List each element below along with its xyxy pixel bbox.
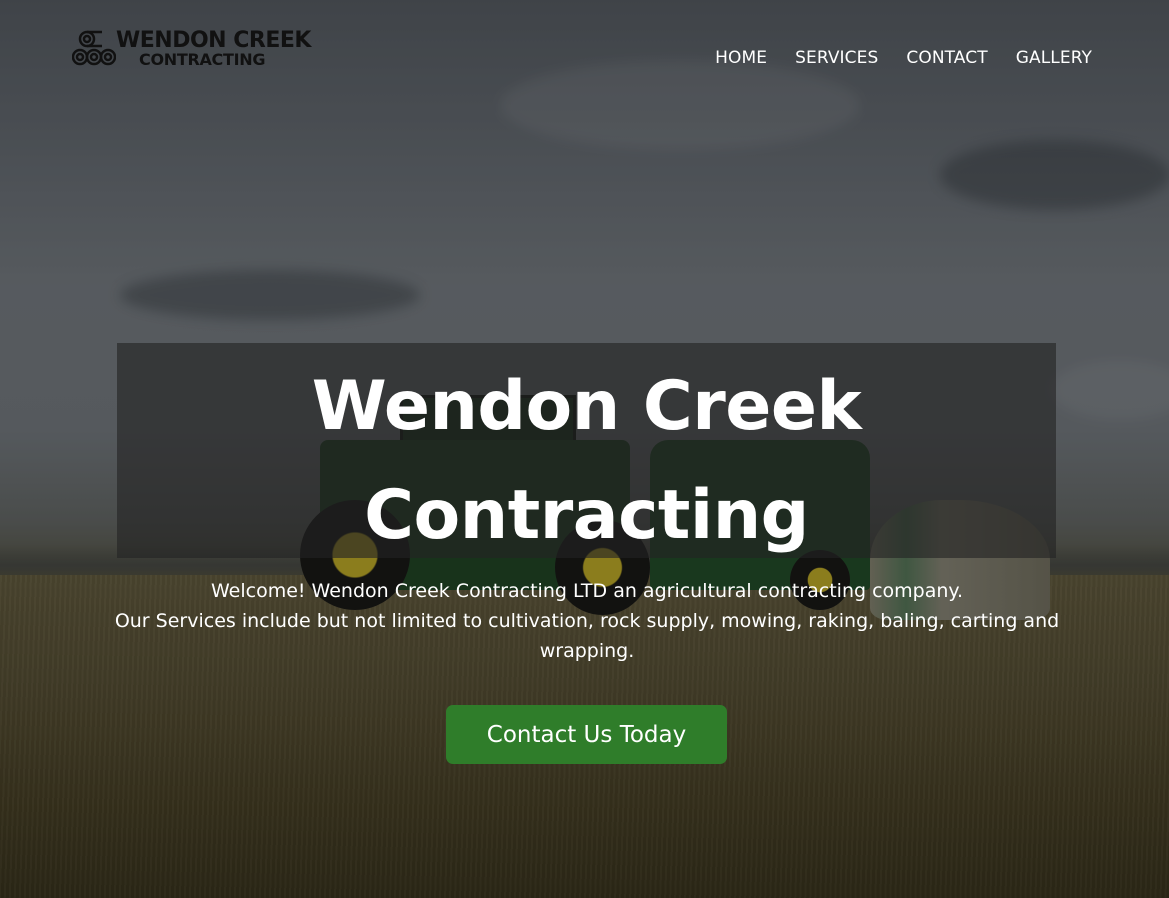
- hero-title-line2: Contracting: [364, 476, 809, 555]
- hay-bale-logo-icon: [72, 30, 116, 66]
- hero-section: WENDON CREEK CONTRACTING HOME SERVICES C…: [0, 0, 1169, 898]
- main-nav: HOME SERVICES CONTACT GALLERY: [715, 48, 1092, 68]
- nav-item-services[interactable]: SERVICES: [795, 48, 878, 68]
- nav-item-gallery[interactable]: GALLERY: [1016, 48, 1092, 68]
- contact-us-button[interactable]: Contact Us Today: [446, 705, 727, 764]
- hero-description: Welcome! Wendon Creek Contracting LTD an…: [100, 576, 1074, 666]
- nav-item-contact[interactable]: CONTACT: [906, 48, 987, 68]
- hero-title: Wendon Creek Contracting: [117, 352, 1056, 570]
- logo-text-secondary: CONTRACTING: [139, 50, 266, 69]
- nav-item-home[interactable]: HOME: [715, 48, 767, 68]
- site-logo[interactable]: WENDON CREEK CONTRACTING: [72, 28, 317, 72]
- hero-description-services: Our Services include but not limited to …: [114, 610, 1060, 662]
- hero-description-welcome: Welcome! Wendon Creek Contracting LTD an…: [210, 580, 963, 602]
- hero-title-line1: Wendon Creek: [311, 367, 862, 446]
